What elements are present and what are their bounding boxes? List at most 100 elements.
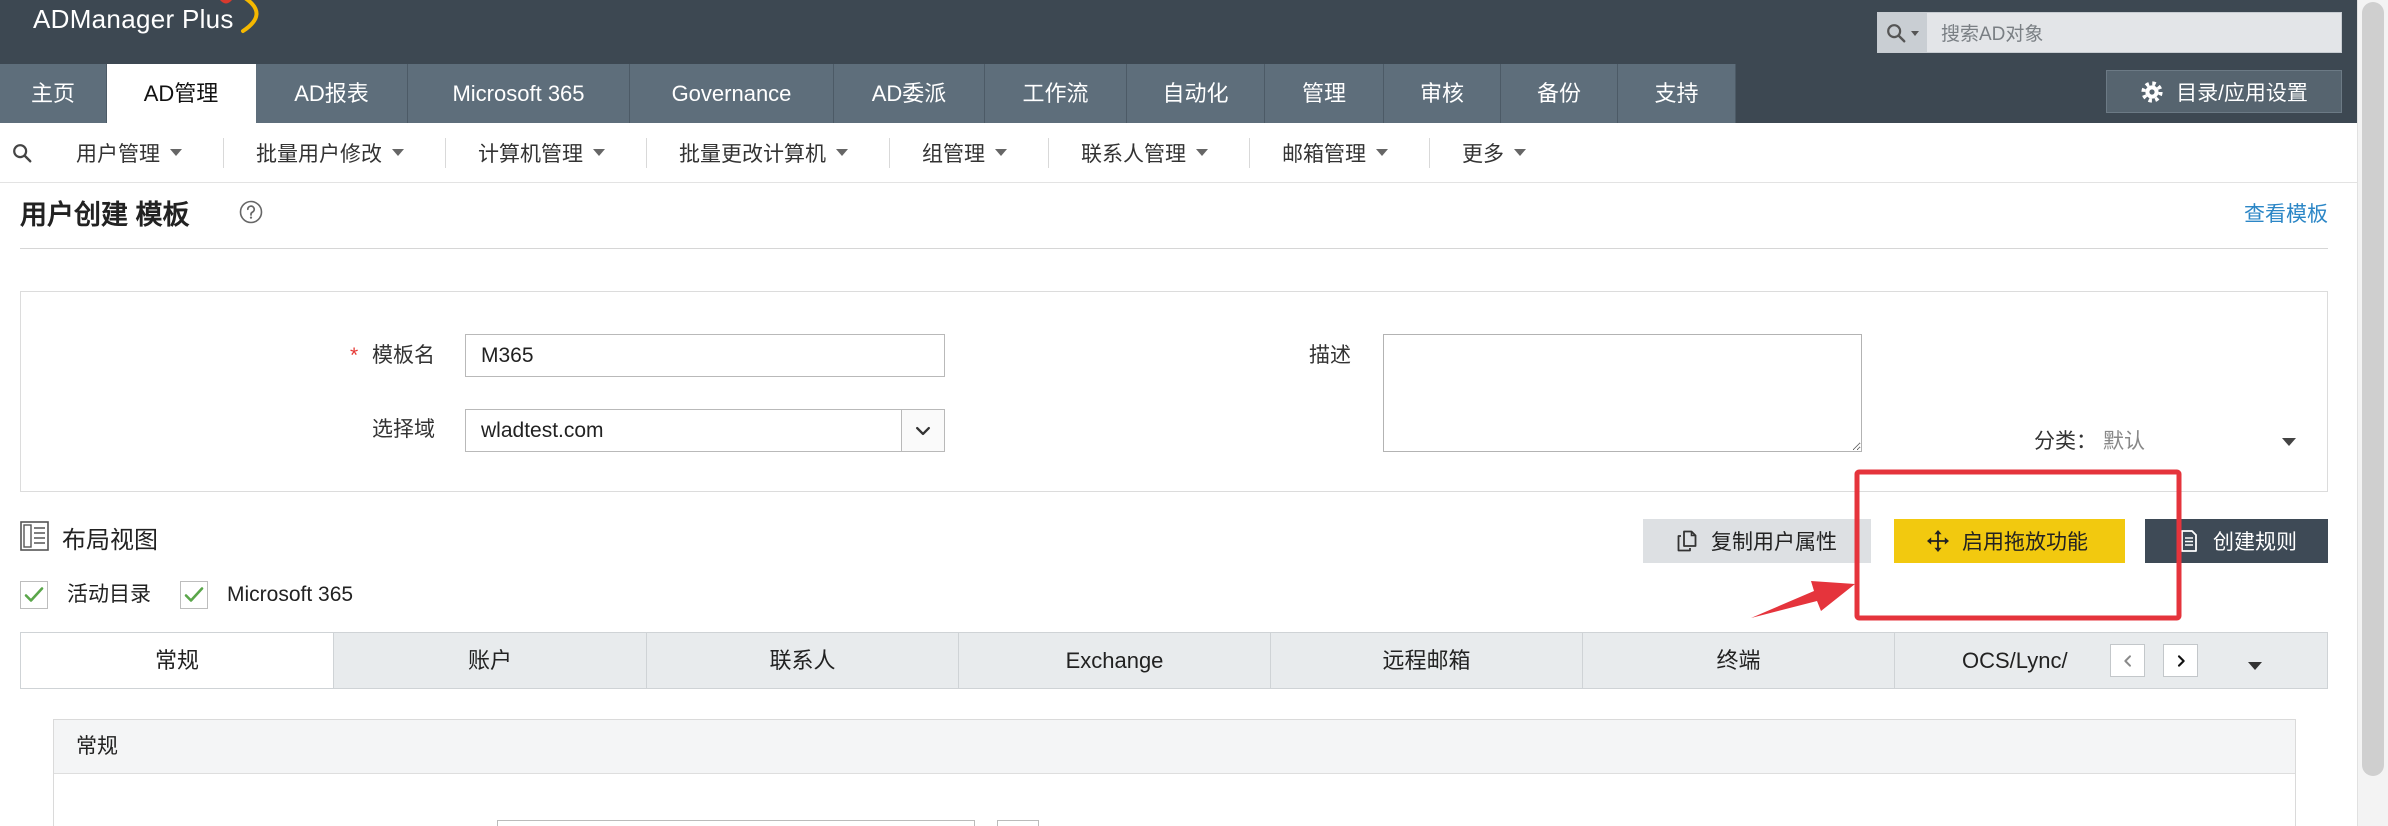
subnav-item-label: 更多 (1462, 142, 1504, 166)
layout-icon (20, 521, 49, 551)
caret-down-icon (593, 149, 605, 156)
subnav-contact-management[interactable]: 联系人管理 (1049, 123, 1250, 183)
attribute-tabs: 常规 账户 联系人 Exchange 远程邮箱 终端 OCS/Lync/ (20, 632, 2328, 689)
app-header: ADManager Plus 搜索AD对象 主页 AD管理 AD报表 Micro… (0, 0, 2357, 123)
subnav-item-label: 批量用户修改 (256, 142, 382, 166)
subnav-item-label: 用户管理 (76, 142, 160, 166)
create-rule-button-label: 创建规则 (2213, 531, 2297, 554)
search-icon[interactable] (1878, 13, 1927, 52)
subnav-item-label: 邮箱管理 (1282, 142, 1366, 166)
app-logo[interactable]: ADManager Plus (33, 3, 234, 35)
nav-tab-admin[interactable]: 管理 (1265, 64, 1384, 123)
description-field[interactable] (1383, 334, 1862, 452)
sub-navigation: 用户管理 批量用户修改 计算机管理 批量更改计算机 组管理 联系人管理 邮箱管理… (0, 123, 2357, 183)
layout-view-title: 布局视图 (62, 527, 158, 554)
nav-tab-ad-reports[interactable]: AD报表 (256, 64, 408, 123)
domain-select-value: wladtest.com (481, 419, 604, 442)
nav-tab-backup[interactable]: 备份 (1501, 64, 1618, 123)
microsoft-365-label: Microsoft 365 (227, 583, 354, 606)
tab-general[interactable]: 常规 (21, 633, 334, 688)
subnav-item-label: 组管理 (922, 142, 985, 166)
nav-tab-support[interactable]: 支持 (1618, 64, 1736, 123)
tab-list-dropdown-icon[interactable] (2248, 657, 2262, 675)
settings-button-label: 目录/应用设置 (2176, 81, 2308, 105)
nav-tab-automation[interactable]: 自动化 (1127, 64, 1265, 123)
section-header: 常规 (54, 720, 2295, 774)
move-icon (1927, 530, 1949, 552)
gear-icon (2141, 80, 2163, 103)
nav-tab-governance[interactable]: Governance (630, 64, 834, 123)
caret-down-icon (1376, 149, 1388, 156)
nav-tab-workflow[interactable]: 工作流 (985, 64, 1127, 123)
document-icon (2181, 530, 2197, 552)
active-directory-label: 活动目录 (67, 583, 151, 606)
nav-tab-home[interactable]: 主页 (0, 64, 107, 123)
chevron-right-icon[interactable] (2163, 644, 2198, 677)
tab-terminal[interactable]: 终端 (1583, 633, 1895, 688)
section-input-field[interactable] (497, 820, 975, 826)
section-field-button[interactable] (997, 820, 1039, 826)
section-title: 常规 (76, 735, 118, 758)
subnav-bulk-computer-modification[interactable]: 批量更改计算机 (647, 123, 890, 183)
chevron-left-icon[interactable] (2110, 644, 2145, 677)
nav-tab-audit[interactable]: 审核 (1384, 64, 1501, 123)
domain-select[interactable]: wladtest.com (465, 409, 945, 452)
nav-tab-ad-delegation[interactable]: AD委派 (834, 64, 985, 123)
view-templates-link[interactable]: 查看模板 (2244, 203, 2328, 227)
caret-down-icon (995, 149, 1007, 156)
caret-down-icon (392, 149, 404, 156)
vertical-scrollbar[interactable] (2357, 0, 2388, 826)
main-navigation: 主页 AD管理 AD报表 Microsoft 365 Governance AD… (0, 64, 1736, 123)
caret-down-icon (1514, 149, 1526, 156)
domain-label: 选择域 (372, 418, 435, 441)
subnav-item-label: 计算机管理 (478, 142, 583, 166)
template-name-field[interactable] (465, 334, 945, 377)
caret-down-icon (170, 149, 182, 156)
create-rule-button[interactable]: 创建规则 (2145, 519, 2328, 563)
header-search-box[interactable]: 搜索AD对象 (1877, 12, 2342, 53)
subnav-more[interactable]: 更多 (1430, 123, 1568, 183)
general-section: 常规 (53, 719, 2296, 826)
nav-tab-ad-management[interactable]: AD管理 (107, 64, 256, 123)
search-icon[interactable] (0, 123, 44, 183)
subnav-user-management[interactable]: 用户管理 (44, 123, 224, 183)
search-input[interactable]: 搜索AD对象 (1927, 19, 2043, 46)
directory-app-settings-button[interactable]: 目录/应用设置 (2106, 70, 2342, 113)
tab-account[interactable]: 账户 (334, 633, 647, 688)
logo-swoosh-icon (220, 0, 259, 33)
copy-icon (1677, 530, 1697, 552)
caret-down-icon[interactable] (2282, 438, 2296, 446)
title-divider (20, 248, 2328, 249)
copy-user-attributes-button[interactable]: 复制用户属性 (1643, 519, 1871, 563)
enable-drag-drop-button[interactable]: 启用拖放功能 (1894, 519, 2125, 563)
active-directory-checkbox[interactable] (20, 581, 48, 609)
scrollbar-thumb[interactable] (2362, 2, 2384, 776)
subnav-group-management[interactable]: 组管理 (890, 123, 1049, 183)
subnav-mailbox-management[interactable]: 邮箱管理 (1250, 123, 1430, 183)
subnav-item-label: 批量更改计算机 (679, 142, 826, 166)
help-circle-icon[interactable] (239, 200, 263, 224)
caret-down-icon (836, 149, 848, 156)
chevron-down-icon[interactable] (901, 410, 944, 451)
drag-drop-button-label: 启用拖放功能 (1962, 531, 2088, 554)
tab-scroll-controls (2079, 633, 2327, 688)
check-icon (24, 587, 44, 602)
subnav-computer-management[interactable]: 计算机管理 (446, 123, 647, 183)
caret-down-icon (1196, 149, 1208, 156)
tab-remote-mailbox[interactable]: 远程邮箱 (1271, 633, 1583, 688)
page-title: 用户创建 模板 (20, 200, 190, 230)
nav-tab-microsoft-365[interactable]: Microsoft 365 (408, 64, 630, 123)
tab-contact[interactable]: 联系人 (647, 633, 959, 688)
check-icon (184, 587, 204, 602)
copy-button-label: 复制用户属性 (1711, 531, 1837, 554)
subnav-bulk-user-modification[interactable]: 批量用户修改 (224, 123, 446, 183)
subnav-item-label: 联系人管理 (1081, 142, 1186, 166)
template-form-panel: * 模板名 选择域 wladtest.com 描述 分类： 默认 (20, 291, 2328, 492)
category-value: 默认 (2103, 430, 2145, 453)
annotation-arrow (1751, 581, 1855, 618)
tab-exchange[interactable]: Exchange (959, 633, 1271, 688)
description-label: 描述 (1309, 344, 1351, 367)
category-label: 分类： (2034, 430, 2097, 453)
category-select[interactable]: 分类： 默认 (2034, 430, 2145, 454)
microsoft-365-checkbox[interactable] (180, 581, 208, 609)
